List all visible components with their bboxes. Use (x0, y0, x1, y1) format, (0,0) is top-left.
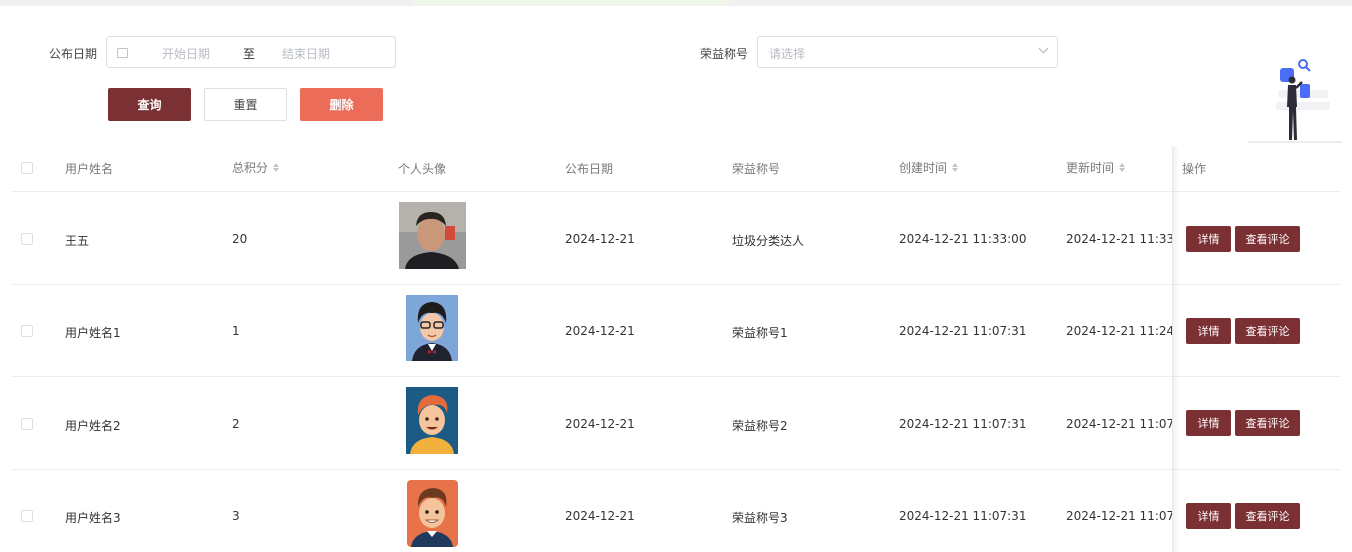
column-header-score-label: 总积分 (232, 161, 269, 175)
date-filter-label: 公布日期 (49, 47, 98, 61)
cell-honor-title: 荣益称号2 (732, 419, 788, 433)
cell-honor-title: 垃圾分类达人 (732, 234, 805, 248)
row-checkbox[interactable] (21, 418, 33, 430)
title-select-placeholder: 请选择 (769, 47, 806, 61)
fixed-column-border (1172, 146, 1173, 552)
cell-score: 1 (232, 324, 240, 338)
column-header-date: 公布日期 (565, 162, 614, 176)
cell-honor-title: 荣益称号3 (732, 511, 788, 525)
cell-publish-date: 2024-12-21 (565, 509, 635, 523)
search-illustration (1248, 59, 1342, 143)
row-divider (12, 469, 1340, 470)
sort-icon[interactable] (273, 163, 280, 172)
cell-updated-time: 2024-12-21 11:33:0 (1066, 232, 1172, 246)
cell-publish-date: 2024-12-21 (565, 324, 635, 338)
top-notice-strip (412, 0, 730, 4)
cell-updated-time: 2024-12-21 11:07:3 (1066, 509, 1172, 523)
sort-icon[interactable] (1119, 163, 1126, 172)
query-button[interactable]: 查询 (108, 88, 191, 121)
column-header-name: 用户姓名 (65, 162, 114, 176)
column-header-actions: 操作 (1182, 162, 1207, 176)
cell-created-time: 2024-12-21 11:33:00 (899, 232, 1027, 246)
column-header-score[interactable]: 总积分 (232, 159, 280, 176)
cell-score: 3 (232, 509, 240, 523)
column-header-title: 荣益称号 (732, 162, 781, 176)
view-comments-button[interactable]: 查看评论 (1235, 226, 1300, 252)
cell-created-time: 2024-12-21 11:07:31 (899, 324, 1027, 338)
end-date-input[interactable]: 结束日期 (282, 45, 330, 62)
select-all-checkbox[interactable] (21, 162, 33, 174)
column-header-created[interactable]: 创建时间 (899, 159, 959, 176)
detail-button[interactable]: 详情 (1186, 318, 1231, 344)
title-filter-label: 荣益称号 (700, 47, 749, 61)
view-comments-button[interactable]: 查看评论 (1235, 410, 1300, 436)
top-bar (0, 0, 1352, 6)
detail-button[interactable]: 详情 (1186, 226, 1231, 252)
cell-updated-time: 2024-12-21 11:24:2 (1066, 324, 1172, 338)
date-range-picker[interactable]: 开始日期 至 结束日期 (106, 36, 396, 68)
fixed-column-shadow (1172, 146, 1180, 552)
cell-user-name: 用户姓名1 (65, 326, 121, 340)
avatar (406, 387, 458, 454)
cell-user-name: 用户姓名2 (65, 419, 121, 433)
avatar (399, 202, 466, 269)
delete-button[interactable]: 删除 (300, 88, 383, 121)
row-checkbox[interactable] (21, 325, 33, 337)
row-checkbox[interactable] (21, 510, 33, 522)
cell-created-time: 2024-12-21 11:07:31 (899, 417, 1027, 431)
view-comments-button[interactable]: 查看评论 (1235, 318, 1300, 344)
cell-publish-date: 2024-12-21 (565, 232, 635, 246)
chevron-down-icon (1038, 43, 1049, 54)
title-select[interactable]: 请选择 (757, 36, 1058, 68)
calendar-icon (117, 48, 128, 58)
cell-honor-title: 荣益称号1 (732, 326, 788, 340)
view-comments-button[interactable]: 查看评论 (1235, 503, 1300, 529)
detail-button[interactable]: 详情 (1186, 503, 1231, 529)
cell-score: 20 (232, 232, 248, 246)
start-date-input[interactable]: 开始日期 (162, 45, 210, 62)
header-divider (12, 191, 1340, 192)
cell-updated-time: 2024-12-21 11:07:3 (1066, 417, 1172, 431)
avatar (406, 295, 458, 361)
column-header-updated-label: 更新时间 (1066, 161, 1115, 175)
cell-score: 2 (232, 417, 240, 431)
reset-button[interactable]: 重置 (204, 88, 287, 121)
sort-icon[interactable] (952, 163, 959, 172)
cell-created-time: 2024-12-21 11:07:31 (899, 509, 1027, 523)
column-header-updated[interactable]: 更新时间 (1066, 159, 1126, 176)
row-divider (12, 376, 1340, 377)
range-separator: 至 (243, 47, 256, 61)
cell-user-name: 王五 (65, 234, 90, 248)
row-divider (12, 284, 1340, 285)
column-header-created-label: 创建时间 (899, 161, 948, 175)
row-checkbox[interactable] (21, 233, 33, 245)
column-header-avatar: 个人头像 (398, 162, 447, 176)
avatar (407, 480, 458, 547)
cell-user-name: 用户姓名3 (65, 511, 121, 525)
detail-button[interactable]: 详情 (1186, 410, 1231, 436)
cell-publish-date: 2024-12-21 (565, 417, 635, 431)
